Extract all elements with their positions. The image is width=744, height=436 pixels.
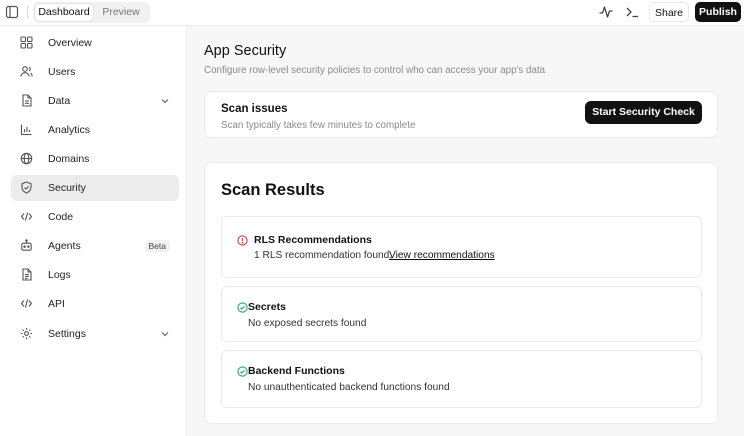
main-content: App Security Configure row-level securit… xyxy=(188,27,744,436)
sidebar-item-agents[interactable]: Agents Beta xyxy=(11,233,179,259)
check-circle-icon xyxy=(237,302,248,313)
gear-icon xyxy=(20,327,33,340)
result-secrets: Secrets No exposed secrets found xyxy=(221,286,702,342)
result-text: No exposed secrets found xyxy=(248,318,367,329)
activity-icon[interactable] xyxy=(598,4,614,20)
globe-icon xyxy=(20,152,33,165)
sidebar-item-label: Logs xyxy=(48,269,71,281)
divider xyxy=(27,6,28,18)
code-icon xyxy=(20,297,33,310)
alert-circle-icon xyxy=(237,235,248,246)
grid-icon xyxy=(20,36,33,49)
sidebar-item-overview[interactable]: Overview xyxy=(11,30,179,56)
scan-results-title: Scan Results xyxy=(221,181,325,199)
top-bar: Dashboard Preview Share Publish xyxy=(0,0,744,26)
file-text-icon xyxy=(20,268,33,281)
sidebar-item-data[interactable]: Data xyxy=(11,88,179,114)
sidebar-item-label: Analytics xyxy=(48,124,91,136)
scan-issues-title: Scan issues xyxy=(221,103,288,115)
chevron-down-icon[interactable] xyxy=(160,96,170,106)
sidebar-item-label: Users xyxy=(48,66,76,78)
document-icon xyxy=(20,94,33,107)
result-text: No unauthenticated backend functions fou… xyxy=(248,382,450,393)
view-recommendations-link[interactable]: View recommendations xyxy=(389,250,495,261)
beta-badge: Beta xyxy=(144,240,170,252)
users-icon xyxy=(20,65,33,78)
result-rls-recommendations: RLS Recommendations 1 RLS recommendation… xyxy=(221,216,702,278)
sidebar-item-users[interactable]: Users xyxy=(11,59,179,85)
sidebar-item-label: Agents xyxy=(48,240,81,252)
sidebar-item-label: Data xyxy=(48,95,71,107)
sidebar-item-domains[interactable]: Domains xyxy=(11,146,179,172)
scan-results-card: Scan Results RLS Recommendations 1 RLS r… xyxy=(204,162,718,424)
bar-chart-icon xyxy=(20,123,33,136)
sidebar-item-label: Domains xyxy=(48,153,90,165)
result-backend-functions: Backend Functions No unauthenticated bac… xyxy=(221,350,702,408)
sidebar-item-label: Settings xyxy=(48,328,86,340)
check-circle-icon xyxy=(237,366,248,377)
sidebar-item-analytics[interactable]: Analytics xyxy=(11,117,179,143)
tab-preview[interactable]: Preview xyxy=(95,4,147,21)
sidebar-item-label: Code xyxy=(48,211,74,223)
result-title: Backend Functions xyxy=(248,365,345,377)
page-title: App Security xyxy=(204,43,287,59)
sidebar-toggle-icon[interactable] xyxy=(5,5,19,19)
view-switcher: Dashboard Preview xyxy=(33,2,150,23)
sidebar-item-label: Overview xyxy=(48,37,92,49)
sidebar: Overview Users Data Analytics Domains Se… xyxy=(0,27,187,436)
result-title: Secrets xyxy=(248,301,286,313)
scan-issues-subtitle: Scan typically takes few minutes to comp… xyxy=(221,120,416,131)
sidebar-item-code[interactable]: Code xyxy=(11,204,179,230)
sidebar-item-api[interactable]: API xyxy=(11,291,179,317)
sidebar-item-settings[interactable]: Settings xyxy=(11,321,179,347)
bot-icon xyxy=(20,239,33,252)
page-subtitle: Configure row-level security policies to… xyxy=(204,65,546,76)
chevron-down-icon[interactable] xyxy=(160,329,170,339)
terminal-icon[interactable] xyxy=(624,4,640,20)
result-text: 1 RLS recommendation found, xyxy=(254,250,393,261)
sidebar-item-label: API xyxy=(48,298,65,310)
result-title: RLS Recommendations xyxy=(254,234,372,246)
publish-button[interactable]: Publish xyxy=(695,2,741,22)
start-security-check-button[interactable]: Start Security Check xyxy=(585,101,702,124)
sidebar-item-logs[interactable]: Logs xyxy=(11,262,179,288)
share-button[interactable]: Share xyxy=(649,2,689,22)
sidebar-item-label: Security xyxy=(48,182,86,194)
sidebar-item-security[interactable]: Security xyxy=(11,175,179,201)
shield-icon xyxy=(20,181,33,194)
code-icon xyxy=(20,210,33,223)
tab-dashboard[interactable]: Dashboard xyxy=(35,4,93,21)
scan-issues-card: Scan issues Scan typically takes few min… xyxy=(204,91,718,138)
